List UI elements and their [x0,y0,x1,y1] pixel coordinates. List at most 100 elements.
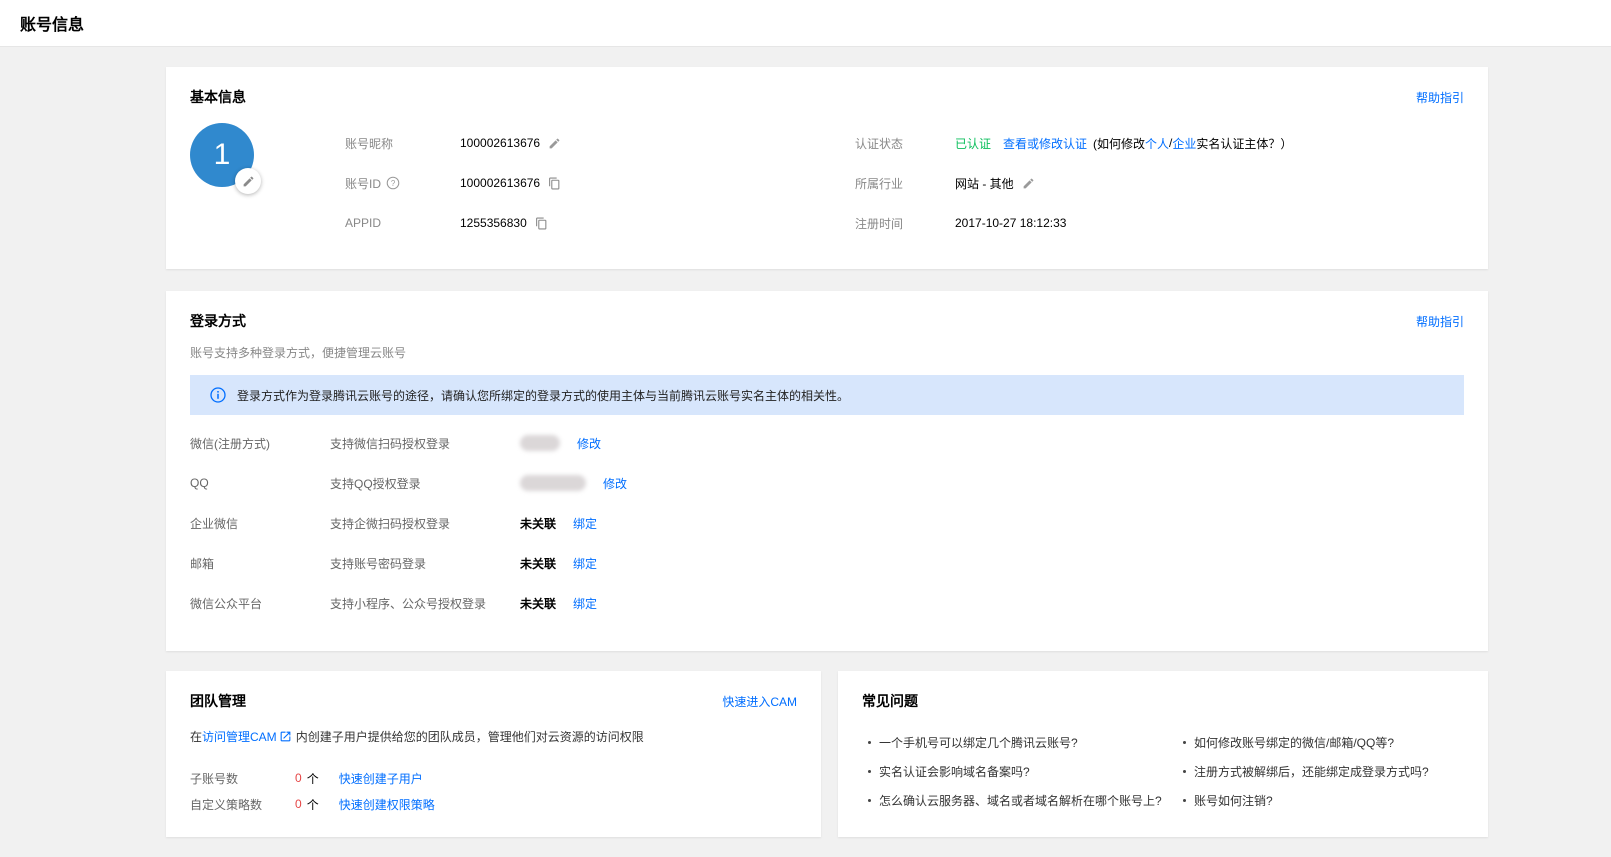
bind-link[interactable]: 绑定 [573,515,597,532]
login-method-status: 未关联 [520,595,556,612]
field-appid: APPID 1255356830 [345,203,855,243]
bind-link[interactable]: 绑定 [573,595,597,612]
faq-item[interactable]: 注册方式被解绑后，还能绑定成登录方式吗? [1177,757,1464,786]
basic-info-left-fields: 账号昵称 100002613676 账号ID ? [345,123,855,243]
faq-item[interactable]: 怎么确认云服务器、域名或者域名解析在哪个账号上? [862,786,1177,815]
nickname-value: 100002613676 [460,136,540,150]
page-body: 基本信息 帮助指引 1 账号昵称 100002613676 [0,47,1611,837]
basic-info-right-fields: 认证状态 已认证 查看或修改认证 (如何修改 个人 / 企业 实名认证主体？） … [855,123,1464,243]
login-methods-list: 微信(注册方式) 支持微信扫码授权登录 修改 QQ 支持QQ授权登录 修改 企业… [190,423,1464,623]
faq-list: 一个手机号可以绑定几个腾讯云账号? 实名认证会影响域名备案吗? 怎么确认云服务器… [862,728,1464,815]
basic-info-help-link[interactable]: 帮助指引 [1416,89,1464,106]
create-sub-user-link[interactable]: 快速创建子用户 [339,770,423,787]
login-row-wechat: 微信(注册方式) 支持微信扫码授权登录 修改 [190,423,1464,463]
account-id-label-text: 账号ID [345,175,381,192]
login-row-wechat-official: 微信公众平台 支持小程序、公众号授权登录 未关联 绑定 [190,583,1464,623]
faq-item-text: 注册方式被解绑后，还能绑定成登录方式吗? [1194,763,1429,780]
modify-link[interactable]: 修改 [603,475,627,492]
login-method-name: 微信(注册方式) [190,435,330,452]
faq-item-text: 怎么确认云服务器、域名或者域名解析在哪个账号上? [879,792,1162,809]
faq-title: 常见问题 [862,691,918,711]
stat-count: 0 [295,771,302,785]
appid-label: APPID [345,216,460,230]
auth-enterprise-link[interactable]: 企业 [1172,135,1196,152]
account-id-label: 账号ID ? [345,175,460,192]
team-desc-suffix: 内创建子用户提供给您的团队成员，管理他们对云资源的访问权限 [296,728,644,745]
account-id-value: 100002613676 [460,176,540,190]
faq-item[interactable]: 一个手机号可以绑定几个腾讯云账号? [862,728,1177,757]
avatar-edit-button[interactable] [235,168,261,194]
faq-item[interactable]: 实名认证会影响域名备案吗? [862,757,1177,786]
login-methods-title: 登录方式 [190,311,246,331]
field-register-time: 注册时间 2017-10-27 18:12:33 [855,203,1464,243]
bullet-icon [868,770,871,773]
bullet-icon [1183,770,1186,773]
copy-icon[interactable] [535,217,548,230]
nickname-label: 账号昵称 [345,135,460,152]
svg-text:?: ? [391,179,396,188]
login-row-wecom: 企业微信 支持企微扫码授权登录 未关联 绑定 [190,503,1464,543]
login-methods-help-link[interactable]: 帮助指引 [1416,313,1464,330]
info-icon [210,387,226,403]
login-method-name: QQ [190,476,330,490]
faq-item-text: 账号如何注销? [1194,792,1273,809]
team-stats: 子账号数 0 个 快速创建子用户 自定义策略数 0 个 快速创建权限策略 [190,765,797,817]
modify-link[interactable]: 修改 [577,435,601,452]
register-time-label: 注册时间 [855,215,955,232]
create-policy-link[interactable]: 快速创建权限策略 [339,796,435,813]
enter-cam-link[interactable]: 快速进入CAM [722,693,797,710]
login-row-email: 邮箱 支持账号密码登录 未关联 绑定 [190,543,1464,583]
login-method-status: 未关联 [520,515,556,532]
pencil-icon [1022,177,1035,190]
login-info-banner: 登录方式作为登录腾讯云账号的途径，请确认您所绑定的登录方式的使用主体与当前腾讯云… [190,375,1464,415]
login-banner-text: 登录方式作为登录腾讯云账号的途径，请确认您所绑定的登录方式的使用主体与当前腾讯云… [237,387,849,404]
faq-item-text: 如何修改账号绑定的微信/邮箱/QQ等? [1194,734,1394,751]
register-time-value: 2017-10-27 18:12:33 [955,216,1066,230]
industry-edit-button[interactable] [1022,177,1035,190]
help-question-icon[interactable]: ? [386,176,400,190]
appid-value: 1255356830 [460,216,527,230]
auth-status-value: 已认证 [955,135,991,152]
page-title: 账号信息 [20,11,84,35]
faq-card: 常见问题 一个手机号可以绑定几个腾讯云账号? 实名认证会影响域名备案吗? 怎么确… [838,671,1488,837]
masked-value [520,435,560,451]
login-method-desc: 支持QQ授权登录 [330,475,520,492]
team-desc-prefix: 在 [190,728,202,745]
faq-item[interactable]: 如何修改账号绑定的微信/邮箱/QQ等? [1177,728,1464,757]
stat-sub-accounts: 子账号数 0 个 快速创建子用户 [190,765,797,791]
login-method-desc: 支持微信扫码授权登录 [330,435,520,452]
stat-label: 自定义策略数 [190,796,295,813]
login-method-desc: 支持小程序、公众号授权登录 [330,595,520,612]
login-method-name: 微信公众平台 [190,595,330,612]
auth-personal-link[interactable]: 个人 [1145,135,1169,152]
auth-status-label: 认证状态 [855,135,955,152]
copy-icon[interactable] [548,177,561,190]
faq-item[interactable]: 账号如何注销? [1177,786,1464,815]
stat-custom-policies: 自定义策略数 0 个 快速创建权限策略 [190,791,797,817]
field-industry: 所属行业 网站 - 其他 [855,163,1464,203]
stat-unit: 个 [307,770,319,787]
team-description: 在 访问管理CAM 内创建子用户提供给您的团队成员，管理他们对云资源的访问权限 [190,728,797,745]
login-row-qq: QQ 支持QQ授权登录 修改 [190,463,1464,503]
team-management-card: 团队管理 快速进入CAM 在 访问管理CAM 内创建子用户提供给您的团队成员，管… [166,671,821,837]
cam-console-link[interactable]: 访问管理CAM [202,728,277,745]
field-nickname: 账号昵称 100002613676 [345,123,855,163]
auth-modify-link[interactable]: 查看或修改认证 [1003,135,1087,152]
pencil-icon [548,137,561,150]
bullet-icon [1183,799,1186,802]
stat-unit: 个 [307,796,319,813]
login-method-status: 未关联 [520,555,556,572]
nickname-edit-button[interactable] [548,137,561,150]
bullet-icon [1183,741,1186,744]
external-link-icon[interactable] [279,730,292,743]
bullet-icon [868,799,871,802]
auth-note-suffix: 实名认证主体？） [1196,135,1292,152]
basic-info-title: 基本信息 [190,87,246,107]
login-methods-subtitle: 账号支持多种登录方式，便捷管理云账号 [190,344,1464,361]
bind-link[interactable]: 绑定 [573,555,597,572]
login-method-name: 邮箱 [190,555,330,572]
login-method-name: 企业微信 [190,515,330,532]
bullet-icon [868,741,871,744]
login-methods-card: 登录方式 帮助指引 账号支持多种登录方式，便捷管理云账号 登录方式作为登录腾讯云… [166,291,1488,651]
login-method-desc: 支持账号密码登录 [330,555,520,572]
